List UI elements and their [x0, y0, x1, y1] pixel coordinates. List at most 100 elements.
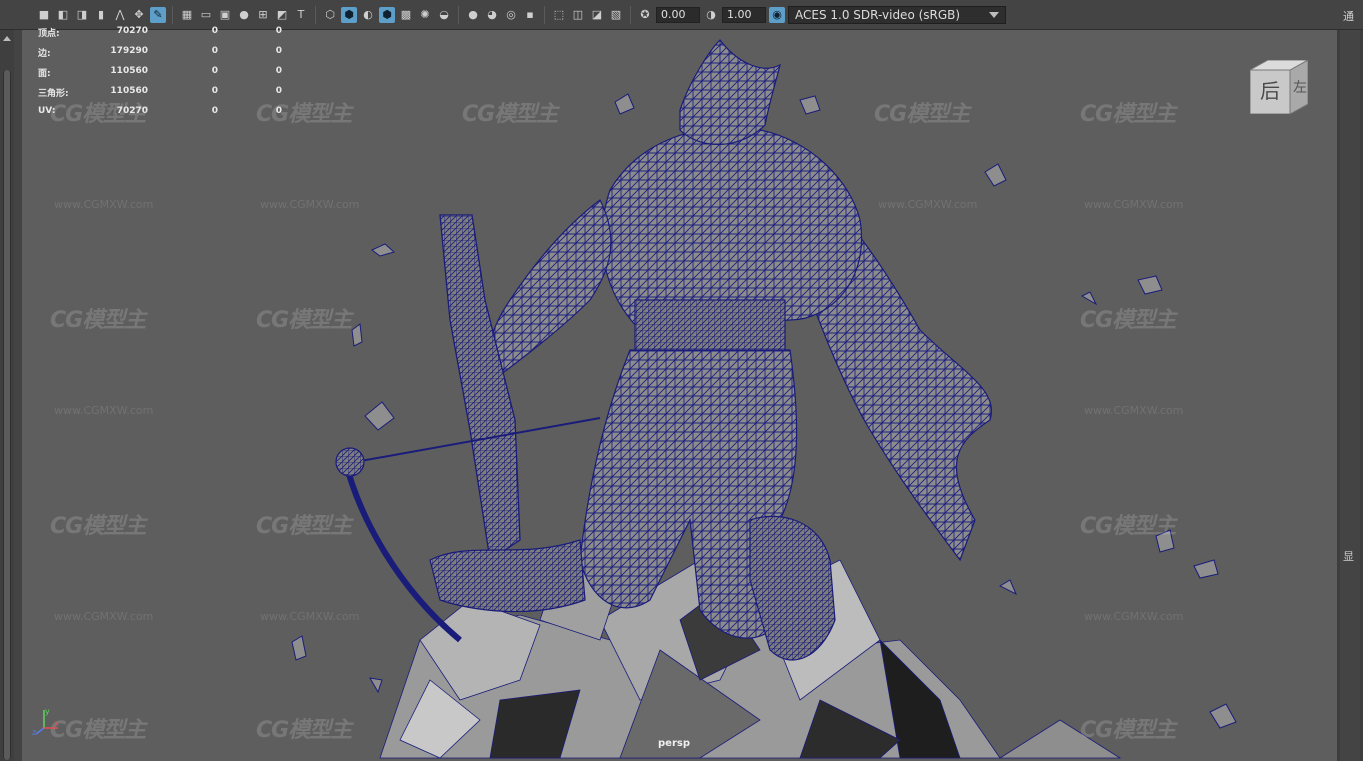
hud-value: 179290 [110, 46, 148, 56]
xray-joints-icon[interactable]: ◪ [589, 7, 605, 23]
watermark-url: www.CGMXW.com [1084, 198, 1184, 211]
arm-mesh [488, 199, 612, 376]
hud-value: 110560 [110, 86, 148, 96]
exposure-field[interactable]: 0.00 [656, 6, 700, 23]
right-panel-glyph-top[interactable]: 通 [1343, 8, 1354, 24]
hud-value: 70270 [116, 106, 148, 116]
toolbar-divider [458, 5, 459, 24]
checker-icon[interactable]: ▩ [398, 7, 414, 23]
bookmark-icon[interactable]: ▮ [93, 7, 109, 23]
viewcube-face-label: 后 [1260, 79, 1280, 103]
crossbow-mechanism [429, 539, 586, 613]
isolate-select-icon[interactable]: ⬚ [551, 7, 567, 23]
hud-value: 110560 [110, 66, 148, 76]
field-chart-icon[interactable]: ⊞ [255, 7, 271, 23]
multisample-aa-icon[interactable]: ◎ [503, 7, 519, 23]
motion-blur-icon[interactable]: ◕ [484, 7, 500, 23]
hud-value: 0 [275, 46, 282, 56]
shadows-icon[interactable]: ◒ [436, 7, 452, 23]
hud-label: 边: [38, 49, 51, 59]
backface-icon[interactable]: ▧ [608, 7, 624, 23]
right-side-panel: 通 显 [1337, 10, 1363, 761]
use-all-lights-icon[interactable]: ✺ [417, 7, 433, 23]
right-panel-strip [1340, 30, 1360, 761]
gamma-field[interactable]: 1.00 [722, 6, 766, 23]
right-panel-glyph-mid[interactable]: 显 [1343, 548, 1354, 564]
xray-icon[interactable]: ◫ [570, 7, 586, 23]
watermark-url: www.CGMXW.com [1084, 610, 1184, 623]
hud-value: 0 [275, 86, 282, 96]
watermark-logo: CG模型主 [256, 308, 352, 333]
watermark-logo: CG模型主 [50, 718, 146, 743]
wireframe-icon[interactable]: ⬡ [322, 7, 338, 23]
hud-value: 0 [211, 46, 218, 56]
watermark-logo: CG模型主 [1080, 514, 1176, 539]
crossbow-tip [335, 447, 365, 477]
belt-mesh [634, 299, 786, 356]
camera-icon[interactable]: ◨ [74, 7, 90, 23]
scroll-thumb[interactable] [4, 70, 10, 760]
resolution-gate-icon[interactable]: ▣ [217, 7, 233, 23]
watermark-logo: CG模型主 [50, 514, 146, 539]
textured-icon[interactable]: ⬢ [379, 6, 395, 23]
axis-y-label: y [45, 707, 50, 716]
watermark-url: www.CGMXW.com [260, 610, 360, 623]
exposure-icon[interactable]: ✪ [637, 7, 653, 23]
gamma-icon[interactable]: ◑ [703, 7, 719, 23]
screen-space-ao-icon[interactable]: ● [465, 7, 481, 23]
gate-mask-icon[interactable]: ● [236, 7, 252, 23]
safe-title-icon[interactable]: T [293, 7, 309, 23]
viewcube-side-label: 左 [1293, 80, 1307, 96]
toolbar-divider [630, 5, 631, 24]
color-mgmt-toggle-icon[interactable]: ◉ [769, 6, 785, 23]
safe-action-icon[interactable]: ◩ [274, 7, 290, 23]
crossbow-bow [342, 459, 462, 643]
watermark-logo: CG模型主 [256, 514, 352, 539]
character-model-wireframe [291, 39, 1237, 759]
perspective-viewport[interactable]: CG模型主 CG模型主 CG模型主 CG模型主 CG模型主 CG模型主 CG模型… [22, 30, 1337, 761]
watermark-logo: CG模型主 [1080, 102, 1176, 127]
watermark-url: www.CGMXW.com [54, 198, 154, 211]
camera-name-label: persp [658, 738, 690, 749]
watermark-url: www.CGMXW.com [878, 198, 978, 211]
color-management-dropdown[interactable]: ACES 1.0 SDR-video (sRGB) [788, 5, 1006, 24]
watermark-logo: CG模型主 [256, 718, 352, 743]
watermark-logo: CG模型主 [50, 308, 146, 333]
crossbow-stock-mesh [439, 214, 521, 562]
scroll-up-icon[interactable] [3, 36, 11, 41]
hud-label: 面: [38, 69, 51, 79]
hud-value: 0 [275, 26, 282, 36]
head-mesh [679, 39, 781, 146]
axis-gizmo: y x z [32, 707, 59, 736]
watermark-url: www.CGMXW.com [260, 198, 360, 211]
hud-value: 0 [211, 26, 218, 36]
hud-label: UV: [38, 106, 56, 116]
color-management-value: ACES 1.0 SDR-video (sRGB) [795, 7, 961, 22]
hud-value: 0 [211, 66, 218, 76]
smooth-shade-icon[interactable]: ⬢ [341, 6, 357, 23]
2d-pan-icon[interactable]: ✥ [131, 7, 147, 23]
watermark-logo: CG模型主 [462, 102, 558, 127]
film-gate-icon[interactable]: ▭ [198, 7, 214, 23]
toolbar-divider [544, 5, 545, 24]
wireframe-on-shaded-icon[interactable]: ◐ [360, 7, 376, 23]
grease-pencil-icon[interactable]: ✎ [150, 6, 166, 23]
grid-icon[interactable]: ▦ [179, 7, 195, 23]
hud-value: 0 [211, 106, 218, 116]
axis-x-label: x [54, 719, 59, 728]
watermark-logo: CG模型主 [1080, 308, 1176, 333]
watermark-url: www.CGMXW.com [54, 404, 154, 417]
toolbar-divider [315, 5, 316, 24]
left-scrollbar[interactable] [0, 30, 14, 761]
watermark-logo: CG模型主 [1080, 718, 1176, 743]
hud-value: 0 [211, 86, 218, 96]
toolbar-divider [172, 5, 173, 24]
image-plane-icon[interactable]: ⋀ [112, 7, 128, 23]
hud-value: 70270 [116, 26, 148, 36]
depth-of-field-icon[interactable]: ▪ [522, 7, 538, 23]
viewcube[interactable]: 后 左 [1250, 60, 1308, 114]
camera-attr-icon[interactable]: ◧ [55, 7, 71, 23]
watermark-url: www.CGMXW.com [54, 610, 154, 623]
camera-select-icon[interactable]: ■ [36, 7, 52, 23]
chevron-down-icon [989, 11, 999, 18]
